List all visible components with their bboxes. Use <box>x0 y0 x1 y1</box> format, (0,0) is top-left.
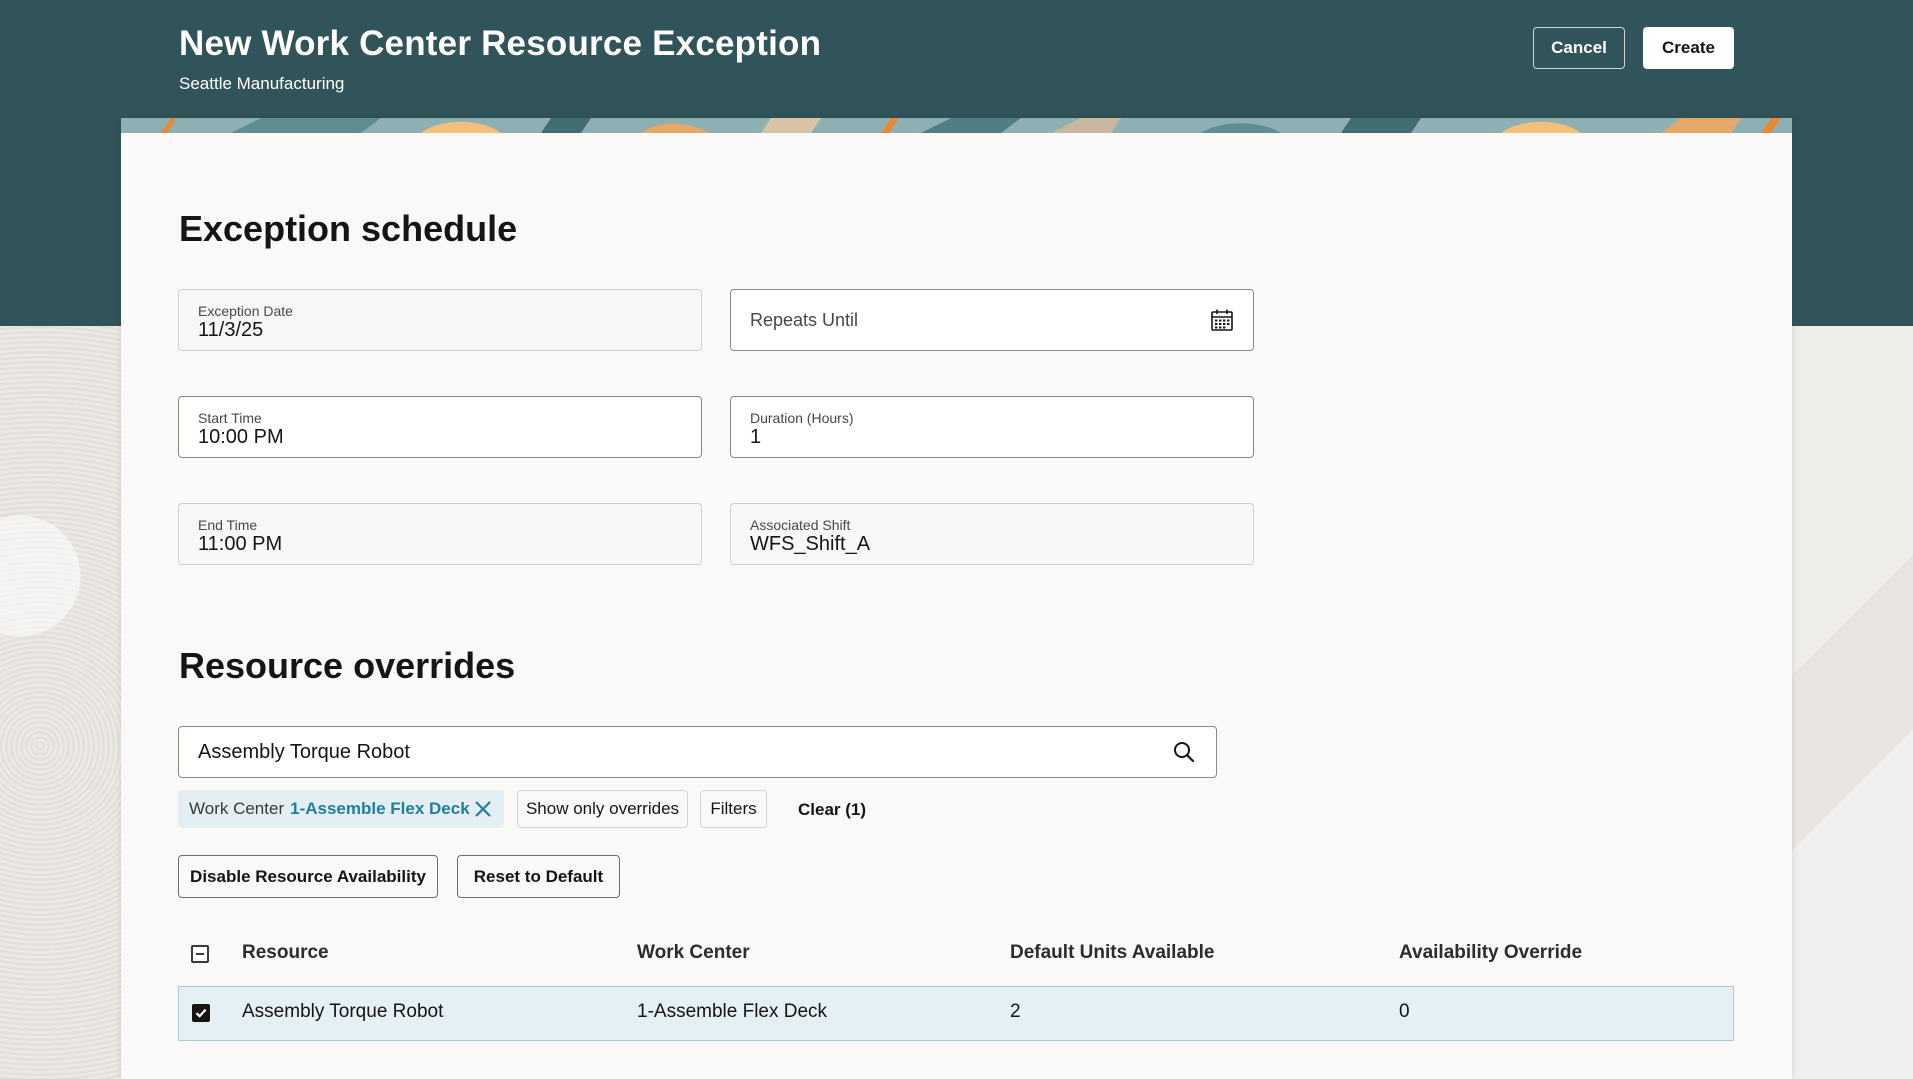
table-header: Resource Work Center Default Units Avail… <box>178 930 1734 986</box>
disable-resource-availability-button[interactable]: Disable Resource Availability <box>178 855 438 898</box>
start-time-label: Start Time <box>198 410 262 426</box>
column-header-work-center[interactable]: Work Center <box>637 942 750 964</box>
background-pattern-left <box>0 326 121 1079</box>
cell-availability-override[interactable]: 0 <box>1399 1001 1410 1023</box>
cell-work-center: 1-Assemble Flex Deck <box>637 1001 828 1022</box>
exception-date-value: 11/3/25 <box>198 319 264 341</box>
search-icon[interactable] <box>1172 740 1196 764</box>
cancel-button[interactable]: Cancel <box>1533 27 1625 69</box>
table-row[interactable]: Assembly Torque Robot 1-Assemble Flex De… <box>178 986 1734 1041</box>
page-title: New Work Center Resource Exception <box>179 24 822 63</box>
reset-to-default-button[interactable]: Reset to Default <box>457 855 620 898</box>
end-time-field[interactable]: End Time 11:00 PM <box>178 503 702 565</box>
clear-filters-link[interactable]: Clear (1) <box>798 800 866 820</box>
card-decorative-banner <box>121 118 1792 133</box>
repeats-until-placeholder: Repeats Until <box>750 310 859 330</box>
exception-date-field[interactable]: Exception Date 11/3/25 <box>178 289 702 351</box>
exception-schedule-heading: Exception schedule <box>179 208 518 249</box>
start-time-value: 10:00 PM <box>198 426 284 448</box>
filters-chip[interactable]: Filters <box>700 790 767 828</box>
column-header-default-units[interactable]: Default Units Available <box>1010 942 1214 964</box>
page-subtitle: Seattle Manufacturing <box>179 74 345 93</box>
duration-label: Duration (Hours) <box>750 410 854 426</box>
resource-overrides-table: Resource Work Center Default Units Avail… <box>178 930 1734 1041</box>
filter-chip-value: 1-Assemble Flex Deck <box>290 799 470 818</box>
associated-shift-value: WFS_Shift_A <box>750 533 871 555</box>
row-checkbox[interactable] <box>192 1004 210 1022</box>
column-header-availability-override[interactable]: Availability Override <box>1399 942 1582 964</box>
exception-date-label: Exception Date <box>198 303 293 319</box>
calendar-icon[interactable] <box>1210 308 1234 332</box>
checkmark-icon <box>195 1008 207 1018</box>
search-value: Assembly Torque Robot <box>198 741 410 763</box>
close-icon[interactable] <box>472 798 494 820</box>
filter-chip-key: Work Center <box>189 799 285 818</box>
resource-overrides-heading: Resource overrides <box>179 645 516 686</box>
end-time-label: End Time <box>198 517 258 533</box>
column-header-resource[interactable]: Resource <box>242 942 329 964</box>
work-center-filter-chip[interactable]: Work Center 1-Assemble Flex Deck <box>178 790 504 828</box>
duration-value: 1 <box>750 426 762 448</box>
associated-shift-field[interactable]: Associated Shift WFS_Shift_A <box>730 503 1254 565</box>
duration-field[interactable]: Duration (Hours) 1 <box>730 396 1254 458</box>
cell-default-units: 2 <box>1010 1001 1021 1022</box>
select-all-checkbox[interactable] <box>191 945 209 963</box>
repeats-until-field[interactable]: Repeats Until <box>730 289 1254 351</box>
show-only-overrides-chip[interactable]: Show only overrides <box>517 790 688 828</box>
associated-shift-label: Associated Shift <box>750 517 851 533</box>
cell-resource: Assembly Torque Robot <box>242 1001 444 1022</box>
start-time-field[interactable]: Start Time 10:00 PM <box>178 396 702 458</box>
resource-search-input[interactable]: Assembly Torque Robot <box>178 726 1217 778</box>
background-pattern-right <box>1792 326 1913 1079</box>
end-time-value: 11:00 PM <box>198 533 283 555</box>
create-button[interactable]: Create <box>1643 27 1734 69</box>
